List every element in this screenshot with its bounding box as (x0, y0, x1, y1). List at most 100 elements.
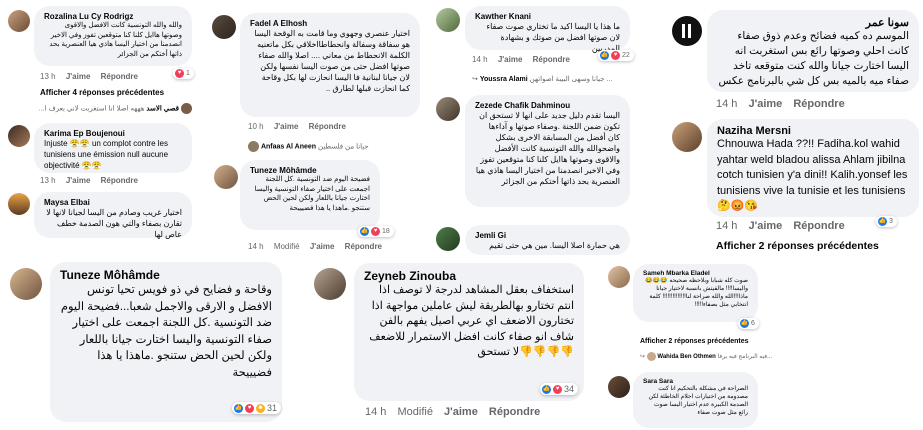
comment-meta: 10 h J'aime Répondre (248, 122, 354, 131)
reply-button[interactable]: Répondre (101, 176, 138, 185)
avatar[interactable] (8, 10, 30, 32)
like-button[interactable]: J'aime (66, 176, 91, 185)
like-button[interactable]: J'aime (748, 220, 782, 232)
reply-button[interactable]: Répondre (793, 220, 844, 232)
avatar[interactable] (314, 268, 346, 300)
avatar[interactable] (212, 15, 236, 39)
avatar[interactable] (436, 8, 460, 32)
reply-text: جيانا وسهى البيبة اصواتهن ... (529, 76, 613, 83)
comment-bubble: Maysa Elbai اختيار غريب وصادم من اليسا ل… (34, 192, 192, 239)
reply-preview[interactable]: ↪ Youssra Alami جيانا وسهى البيبة اصواته… (472, 75, 632, 83)
like-icon: 👍 (878, 217, 887, 226)
comment-author[interactable]: Jemli Gi (475, 231, 620, 240)
reaction-count[interactable]: 👍 ♥ 18 (358, 226, 394, 237)
comment-time[interactable]: 14 h (248, 242, 264, 251)
comment-author[interactable]: Naziha Mersni (717, 125, 909, 137)
comment-bubble: Kawther Knani ما هذا يا اليسا اكيد ما تخ… (465, 6, 630, 53)
comment-time[interactable]: 14 h (365, 406, 386, 418)
reaction-count[interactable]: ♥ 1 (173, 68, 194, 79)
comment-meta: 13 h J'aime Répondre (40, 176, 146, 185)
reply-arrow-icon: ↪ (472, 76, 478, 83)
comment-bubble: سونا عمر الموسم ده كميه فضائح وعدم ذوق ص… (707, 10, 919, 92)
avatar[interactable] (214, 165, 238, 189)
comment-bubble: Zezede Chafik Dahminou اليسا تقدم دليل ج… (465, 95, 630, 207)
like-button[interactable]: J'aime (498, 55, 523, 64)
modified-label: Modifié (397, 406, 433, 418)
comment-meta: 13 h J'aime Répondre (40, 72, 146, 81)
comment-author[interactable]: Rozalina Lu Cy Rodrigz (44, 12, 182, 21)
reaction-count[interactable]: 👍 ♥ ☻ 31 (232, 402, 282, 414)
avatar[interactable] (436, 97, 460, 121)
comment-author[interactable]: Kawther Knani (475, 12, 620, 21)
avatar[interactable] (8, 125, 30, 147)
like-icon: 👍 (234, 403, 243, 413)
reaction-count[interactable]: 👍 ♥ 22 (598, 50, 634, 61)
comment-author[interactable]: Sameh Mbarka Eladel (643, 270, 748, 277)
like-button[interactable]: J'aime (310, 242, 335, 251)
comment-author[interactable]: Sara Sara (643, 378, 748, 385)
reply-button[interactable]: Répondre (345, 242, 382, 251)
comment-author[interactable]: Maysa Elbai (44, 198, 182, 207)
comment-author[interactable]: Fadel A Elhosh (250, 19, 410, 28)
comment-author[interactable]: Tuneze Môhâmde (60, 268, 272, 282)
comment-time[interactable]: 13 h (40, 176, 56, 185)
reply-button[interactable]: Répondre (101, 72, 138, 81)
reply-button[interactable]: Répondre (533, 55, 570, 64)
comment-text: الصراحة في مشكلة بالتحكيم انا كنت مصدومة… (648, 386, 748, 416)
comment-bubble: Sameh Mbarka Eladel صوت كله شبابا وبلاحظ… (633, 264, 758, 322)
avatar[interactable] (10, 268, 42, 300)
comment-meta: 14 h J'aime Répondre (716, 220, 853, 232)
comment-author[interactable]: Zeyneb Zinouba (364, 269, 574, 283)
comment-author[interactable]: سونا عمر (717, 16, 909, 29)
like-button[interactable]: J'aime (66, 72, 91, 81)
comment-time[interactable]: 14 h (716, 98, 737, 110)
avatar[interactable] (608, 266, 630, 288)
avatar[interactable] (8, 193, 30, 215)
like-button[interactable]: J'aime (444, 406, 478, 418)
reply-arrow-icon: ↪ (640, 354, 646, 361)
comment-bubble: Sara Sara الصراحة في مشكلة بالتحكيم انا … (633, 372, 758, 428)
comment-bubble: Jemli Gi هي حمارة اصلا اليسا. مين هي حتى… (465, 225, 630, 255)
reply-button[interactable]: Répondre (309, 122, 346, 131)
reply-text: فيه البرنامج فيه يرفا... (717, 354, 773, 361)
like-button[interactable]: J'aime (274, 122, 299, 131)
show-previous-replies[interactable]: Afficher 2 réponses précédentes (640, 338, 749, 345)
avatar[interactable] (672, 16, 702, 46)
comment-bubble: Rozalina Lu Cy Rodrigz والله والله التون… (34, 6, 192, 66)
reply-preview[interactable]: قصي الاسد هههه اصلا انا استغربت لاني بعر… (39, 103, 192, 114)
show-previous-replies[interactable]: Afficher 4 réponses précédentes (40, 88, 164, 97)
show-previous-replies[interactable]: Afficher 2 réponses précédentes (716, 240, 879, 252)
reply-button[interactable]: Répondre (793, 98, 844, 110)
reaction-count[interactable]: 👍 3 (876, 216, 897, 227)
reply-button[interactable]: Répondre (489, 406, 540, 418)
comment-text: استخفاف بعقل المشاهد لدرجة لا توصف اذا ا… (369, 284, 574, 358)
comment-text: اختيار عنصري وجهوي وما قامت به الوقحة ال… (254, 29, 410, 93)
avatar[interactable] (672, 122, 702, 152)
avatar (248, 141, 259, 152)
reply-preview[interactable]: Anfaas Al Aneen جيانا من فلسطين (248, 141, 418, 152)
comment-author[interactable]: Tuneze Môhâmde (250, 166, 370, 175)
comment-time[interactable]: 14 h (472, 55, 488, 64)
comment-author[interactable]: Zezede Chafik Dahminou (475, 101, 620, 110)
comment-author[interactable]: Karima Ep Boujenoui (44, 129, 182, 138)
comment-time[interactable]: 10 h (248, 122, 264, 131)
reaction-count[interactable]: 👍 6 (738, 318, 759, 329)
avatar[interactable] (436, 227, 460, 251)
comment-time[interactable]: 14 h (716, 220, 737, 232)
brand-logo-icon (682, 24, 691, 38)
haha-icon: ☻ (256, 403, 265, 413)
comment-meta: 14 h J'aime Répondre (472, 55, 578, 64)
like-button[interactable]: J'aime (748, 98, 782, 110)
modified-label: Modifié (273, 242, 300, 251)
reaction-count[interactable]: 👍 ♥ 34 (540, 383, 579, 395)
reply-preview[interactable]: ↪ Wahida Ben Othmen فيه البرنامج فيه يرف… (640, 352, 772, 361)
like-icon: 👍 (740, 319, 749, 328)
avatar[interactable] (608, 376, 630, 398)
reply-text: جيانا من فلسطين (318, 143, 369, 151)
comment-text: هي حمارة اصلا اليسا. مين هي حتى تقيم (489, 241, 620, 250)
love-icon: ♥ (611, 51, 620, 60)
comment-time[interactable]: 13 h (40, 72, 56, 81)
love-icon: ♥ (245, 403, 254, 413)
avatar (646, 352, 656, 361)
reply-author: Youssra Alami (479, 76, 528, 83)
